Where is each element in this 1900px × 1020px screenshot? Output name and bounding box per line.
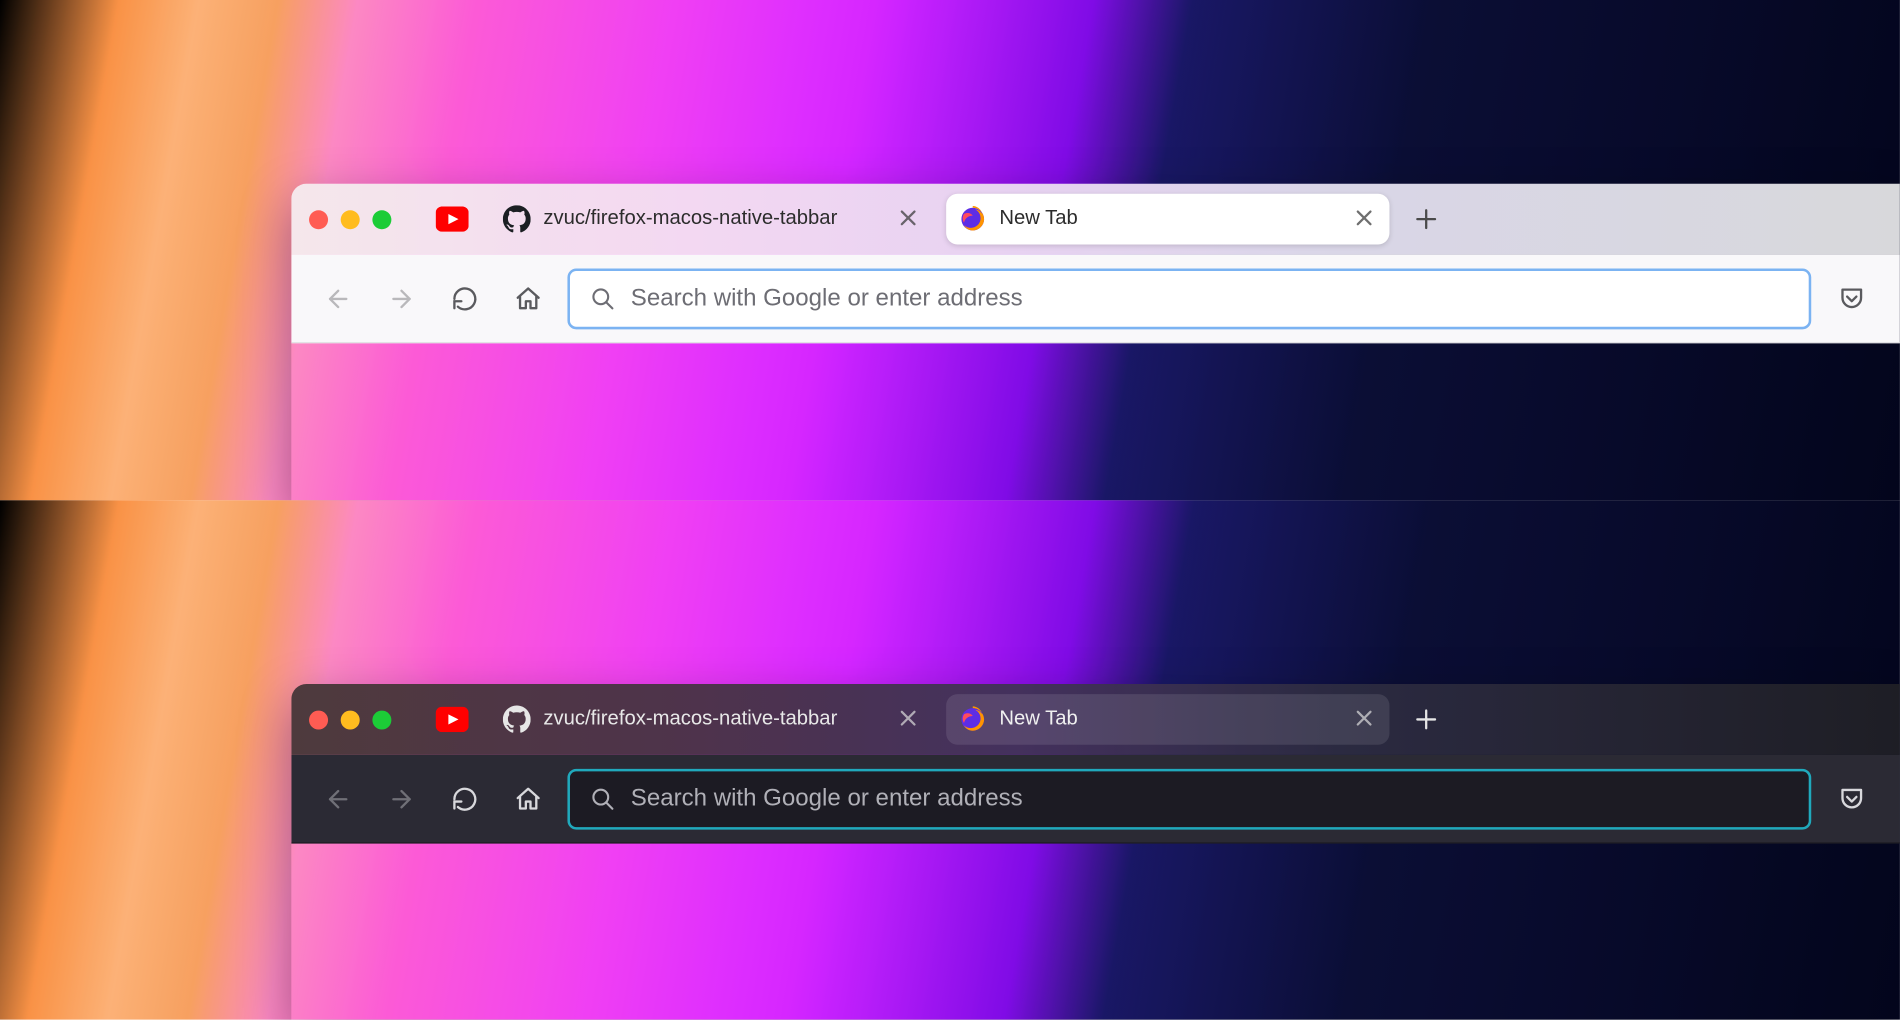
window-zoom-button[interactable] [372,210,391,229]
pocket-button[interactable] [1826,273,1877,324]
forward-button[interactable] [377,775,425,823]
pocket-button[interactable] [1826,773,1877,824]
address-bar[interactable]: Search with Google or enter address [567,268,1811,329]
reload-button[interactable] [441,274,489,322]
close-tab-icon[interactable] [898,708,921,731]
tab-github-repo[interactable]: zvuc/firefox-macos-native-tabbar [490,194,933,245]
browser-window-light: zvuc/firefox-macos-native-tabbar New Tab [291,184,1900,501]
firefox-icon [959,205,987,233]
address-bar-placeholder: Search with Google or enter address [631,785,1023,813]
tab-new-tab[interactable]: New Tab [946,194,1389,245]
youtube-icon [436,707,469,732]
tab-strip: zvuc/firefox-macos-native-tabbar New Tab [291,684,1900,755]
address-bar-placeholder: Search with Google or enter address [631,284,1023,312]
github-icon [503,705,531,733]
pinned-tab-youtube[interactable] [427,196,478,242]
close-tab-icon[interactable] [898,208,921,231]
forward-button[interactable] [377,274,425,322]
tab-title: zvuc/firefox-macos-native-tabbar [543,708,885,731]
tab-strip: zvuc/firefox-macos-native-tabbar New Tab [291,184,1900,255]
tab-new-tab[interactable]: New Tab [946,694,1389,745]
window-controls [309,210,391,229]
search-icon [590,786,615,811]
back-button[interactable] [314,775,362,823]
reload-button[interactable] [441,775,489,823]
navigation-toolbar: Search with Google or enter address [291,255,1900,344]
github-icon [503,205,531,233]
firefox-icon [959,705,987,733]
address-bar[interactable]: Search with Google or enter address [567,768,1811,829]
window-minimize-button[interactable] [341,710,360,729]
tab-github-repo[interactable]: zvuc/firefox-macos-native-tabbar [490,694,933,745]
window-close-button[interactable] [309,710,328,729]
window-minimize-button[interactable] [341,210,360,229]
search-icon [590,286,615,311]
tab-title: zvuc/firefox-macos-native-tabbar [543,208,885,231]
home-button[interactable] [504,775,552,823]
close-tab-icon[interactable] [1354,208,1377,231]
tab-title: New Tab [999,708,1341,731]
window-controls [309,710,391,729]
navigation-toolbar: Search with Google or enter address [291,755,1900,844]
window-zoom-button[interactable] [372,710,391,729]
pinned-tab-youtube[interactable] [427,697,478,743]
close-tab-icon[interactable] [1354,708,1377,731]
window-close-button[interactable] [309,210,328,229]
new-tab-button[interactable] [1402,195,1450,243]
tab-title: New Tab [999,208,1341,231]
back-button[interactable] [314,274,362,322]
new-tab-button[interactable] [1402,695,1450,743]
youtube-icon [436,206,469,231]
browser-window-dark: zvuc/firefox-macos-native-tabbar New Tab [291,684,1900,1020]
home-button[interactable] [504,274,552,322]
